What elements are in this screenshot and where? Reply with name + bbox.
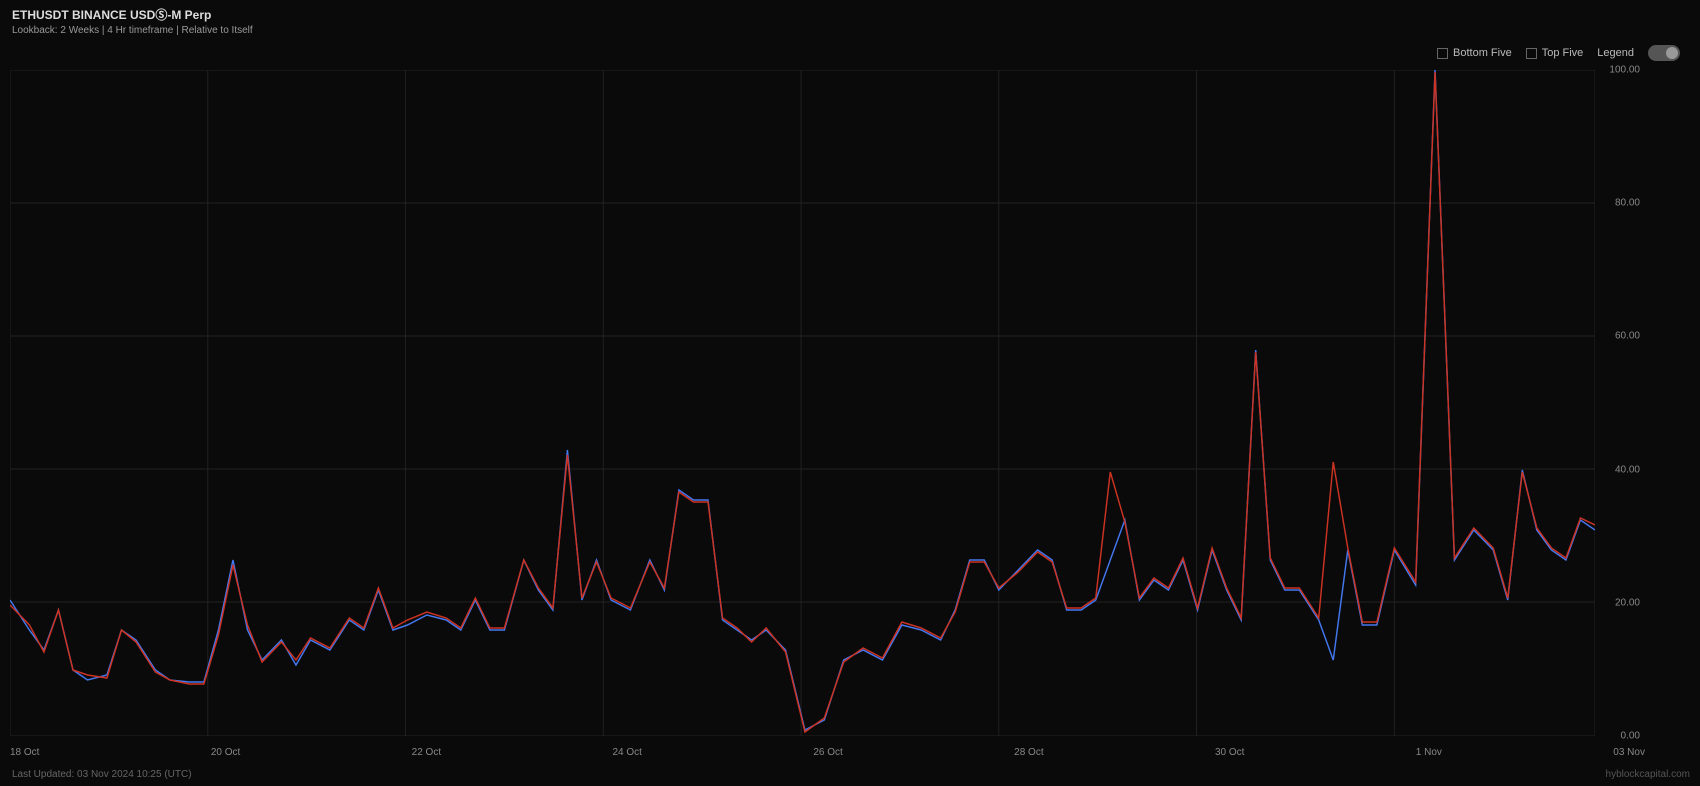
red-line — [10, 72, 1595, 732]
top-five-checkbox[interactable] — [1526, 48, 1537, 59]
legend-label-item: Legend — [1597, 47, 1634, 59]
x-label-26oct: 26 Oct — [813, 747, 842, 758]
y-label-100: 100.00 — [1609, 65, 1640, 76]
x-label-20oct: 20 Oct — [211, 747, 240, 758]
chart-header: ETHUSDT BINANCE USDⓈ-M Perp Lookback: 2 … — [12, 6, 253, 36]
main-chart — [10, 70, 1595, 736]
x-axis: 18 Oct 20 Oct 22 Oct 24 Oct 26 Oct 28 Oc… — [10, 747, 1645, 758]
top-five-legend: Top Five — [1526, 47, 1584, 59]
chart-container: 100.00 80.00 60.00 40.00 20.00 0.00 — [10, 70, 1645, 736]
legend-area: Bottom Five Top Five Legend — [1437, 45, 1680, 61]
y-label-0: 0.00 — [1621, 731, 1640, 742]
footer-watermark: hyblockcapital.com — [1606, 769, 1690, 780]
y-label-80: 80.00 — [1615, 198, 1640, 209]
y-label-20: 20.00 — [1615, 597, 1640, 608]
x-label-3nov: 03 Nov — [1613, 747, 1645, 758]
chart-title: ETHUSDT BINANCE USDⓈ-M Perp — [12, 6, 253, 23]
x-label-30oct: 30 Oct — [1215, 747, 1244, 758]
x-label-1nov: 1 Nov — [1416, 747, 1442, 758]
legend-toggle[interactable] — [1648, 45, 1680, 61]
y-label-60: 60.00 — [1615, 331, 1640, 342]
y-axis: 100.00 80.00 60.00 40.00 20.00 0.00 — [1595, 70, 1645, 736]
x-label-18oct: 18 Oct — [10, 747, 39, 758]
bottom-five-checkbox[interactable] — [1437, 48, 1448, 59]
blue-line — [10, 70, 1595, 730]
footer-last-updated: Last Updated: 03 Nov 2024 10:25 (UTC) — [12, 769, 192, 780]
x-label-24oct: 24 Oct — [612, 747, 641, 758]
x-label-22oct: 22 Oct — [412, 747, 441, 758]
x-label-28oct: 28 Oct — [1014, 747, 1043, 758]
chart-subtitle: Lookback: 2 Weeks | 4 Hr timeframe | Rel… — [12, 25, 253, 36]
bottom-five-legend: Bottom Five — [1437, 47, 1512, 59]
toggle-knob — [1666, 47, 1678, 59]
y-label-40: 40.00 — [1615, 464, 1640, 475]
